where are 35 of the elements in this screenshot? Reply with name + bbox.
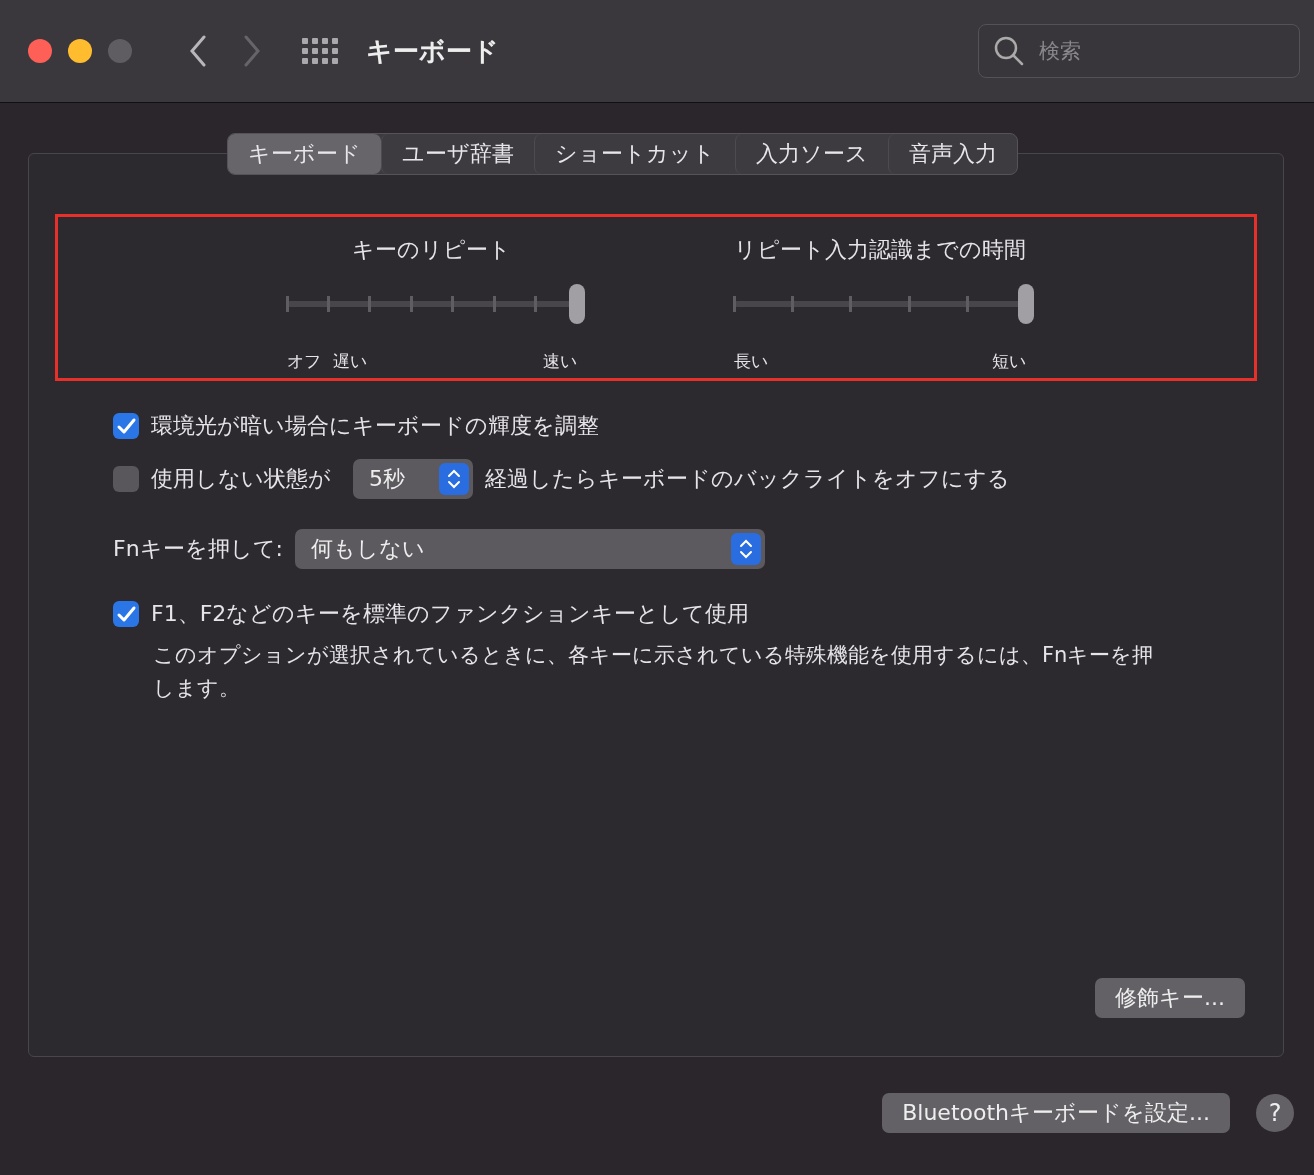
slider-title: リピート入力認識までの時間 xyxy=(733,236,1026,264)
grid-icon[interactable] xyxy=(302,38,338,64)
slider-thumb[interactable] xyxy=(568,284,585,324)
help-button[interactable]: ? xyxy=(1256,1094,1294,1132)
checkbox-label: F1、F2などのキーを標準のファンクションキーとして使用 xyxy=(151,600,750,628)
tab[interactable]: ショートカット xyxy=(534,134,735,174)
slider-label: 短い xyxy=(991,350,1026,373)
option-label: 経過したらキーボードのバックライトをオフにする xyxy=(485,465,1010,493)
popup-label: Fnキーを押して: xyxy=(113,535,283,563)
tab[interactable]: キーボード xyxy=(228,134,381,174)
close-button[interactable] xyxy=(28,39,52,63)
popup-button[interactable]: 5秒 xyxy=(353,459,473,499)
slider-label: オフ xyxy=(286,350,321,373)
tab[interactable]: ユーザ辞書 xyxy=(381,134,534,174)
checkbox[interactable] xyxy=(113,466,139,492)
slider-thumb[interactable] xyxy=(1017,284,1034,324)
checkbox-label: 環境光が暗い場合にキーボードの輝度を調整 xyxy=(151,412,599,440)
window-title: キーボード xyxy=(366,34,499,68)
search-field[interactable]: 検索 xyxy=(978,24,1300,78)
tab[interactable]: 入力ソース xyxy=(735,134,888,174)
search-icon xyxy=(994,36,1024,66)
bluetooth-keyboard-button[interactable]: Bluetoothキーボードを設定... xyxy=(882,1093,1230,1133)
slider-label: 長い xyxy=(733,350,768,373)
modifier-keys-button[interactable]: 修飾キー... xyxy=(1095,978,1245,1018)
popup-button[interactable]: 何もしない xyxy=(295,529,765,569)
slider-label: 速い xyxy=(542,350,577,373)
back-icon[interactable] xyxy=(188,35,208,67)
tab[interactable]: 音声入力 xyxy=(888,134,1017,174)
minimize-button[interactable] xyxy=(68,39,92,63)
checkbox-label: 使用しない状態が xyxy=(151,465,331,493)
checkbox[interactable] xyxy=(113,601,139,627)
checkbox[interactable] xyxy=(113,413,139,439)
slider-label: 遅い xyxy=(332,350,367,373)
description-text: このオプションが選択されているときに、各キーに示されている特殊機能を使用するには、Fnキーを押します。 xyxy=(152,642,1155,702)
slider-title: キーのリピート xyxy=(352,236,511,264)
